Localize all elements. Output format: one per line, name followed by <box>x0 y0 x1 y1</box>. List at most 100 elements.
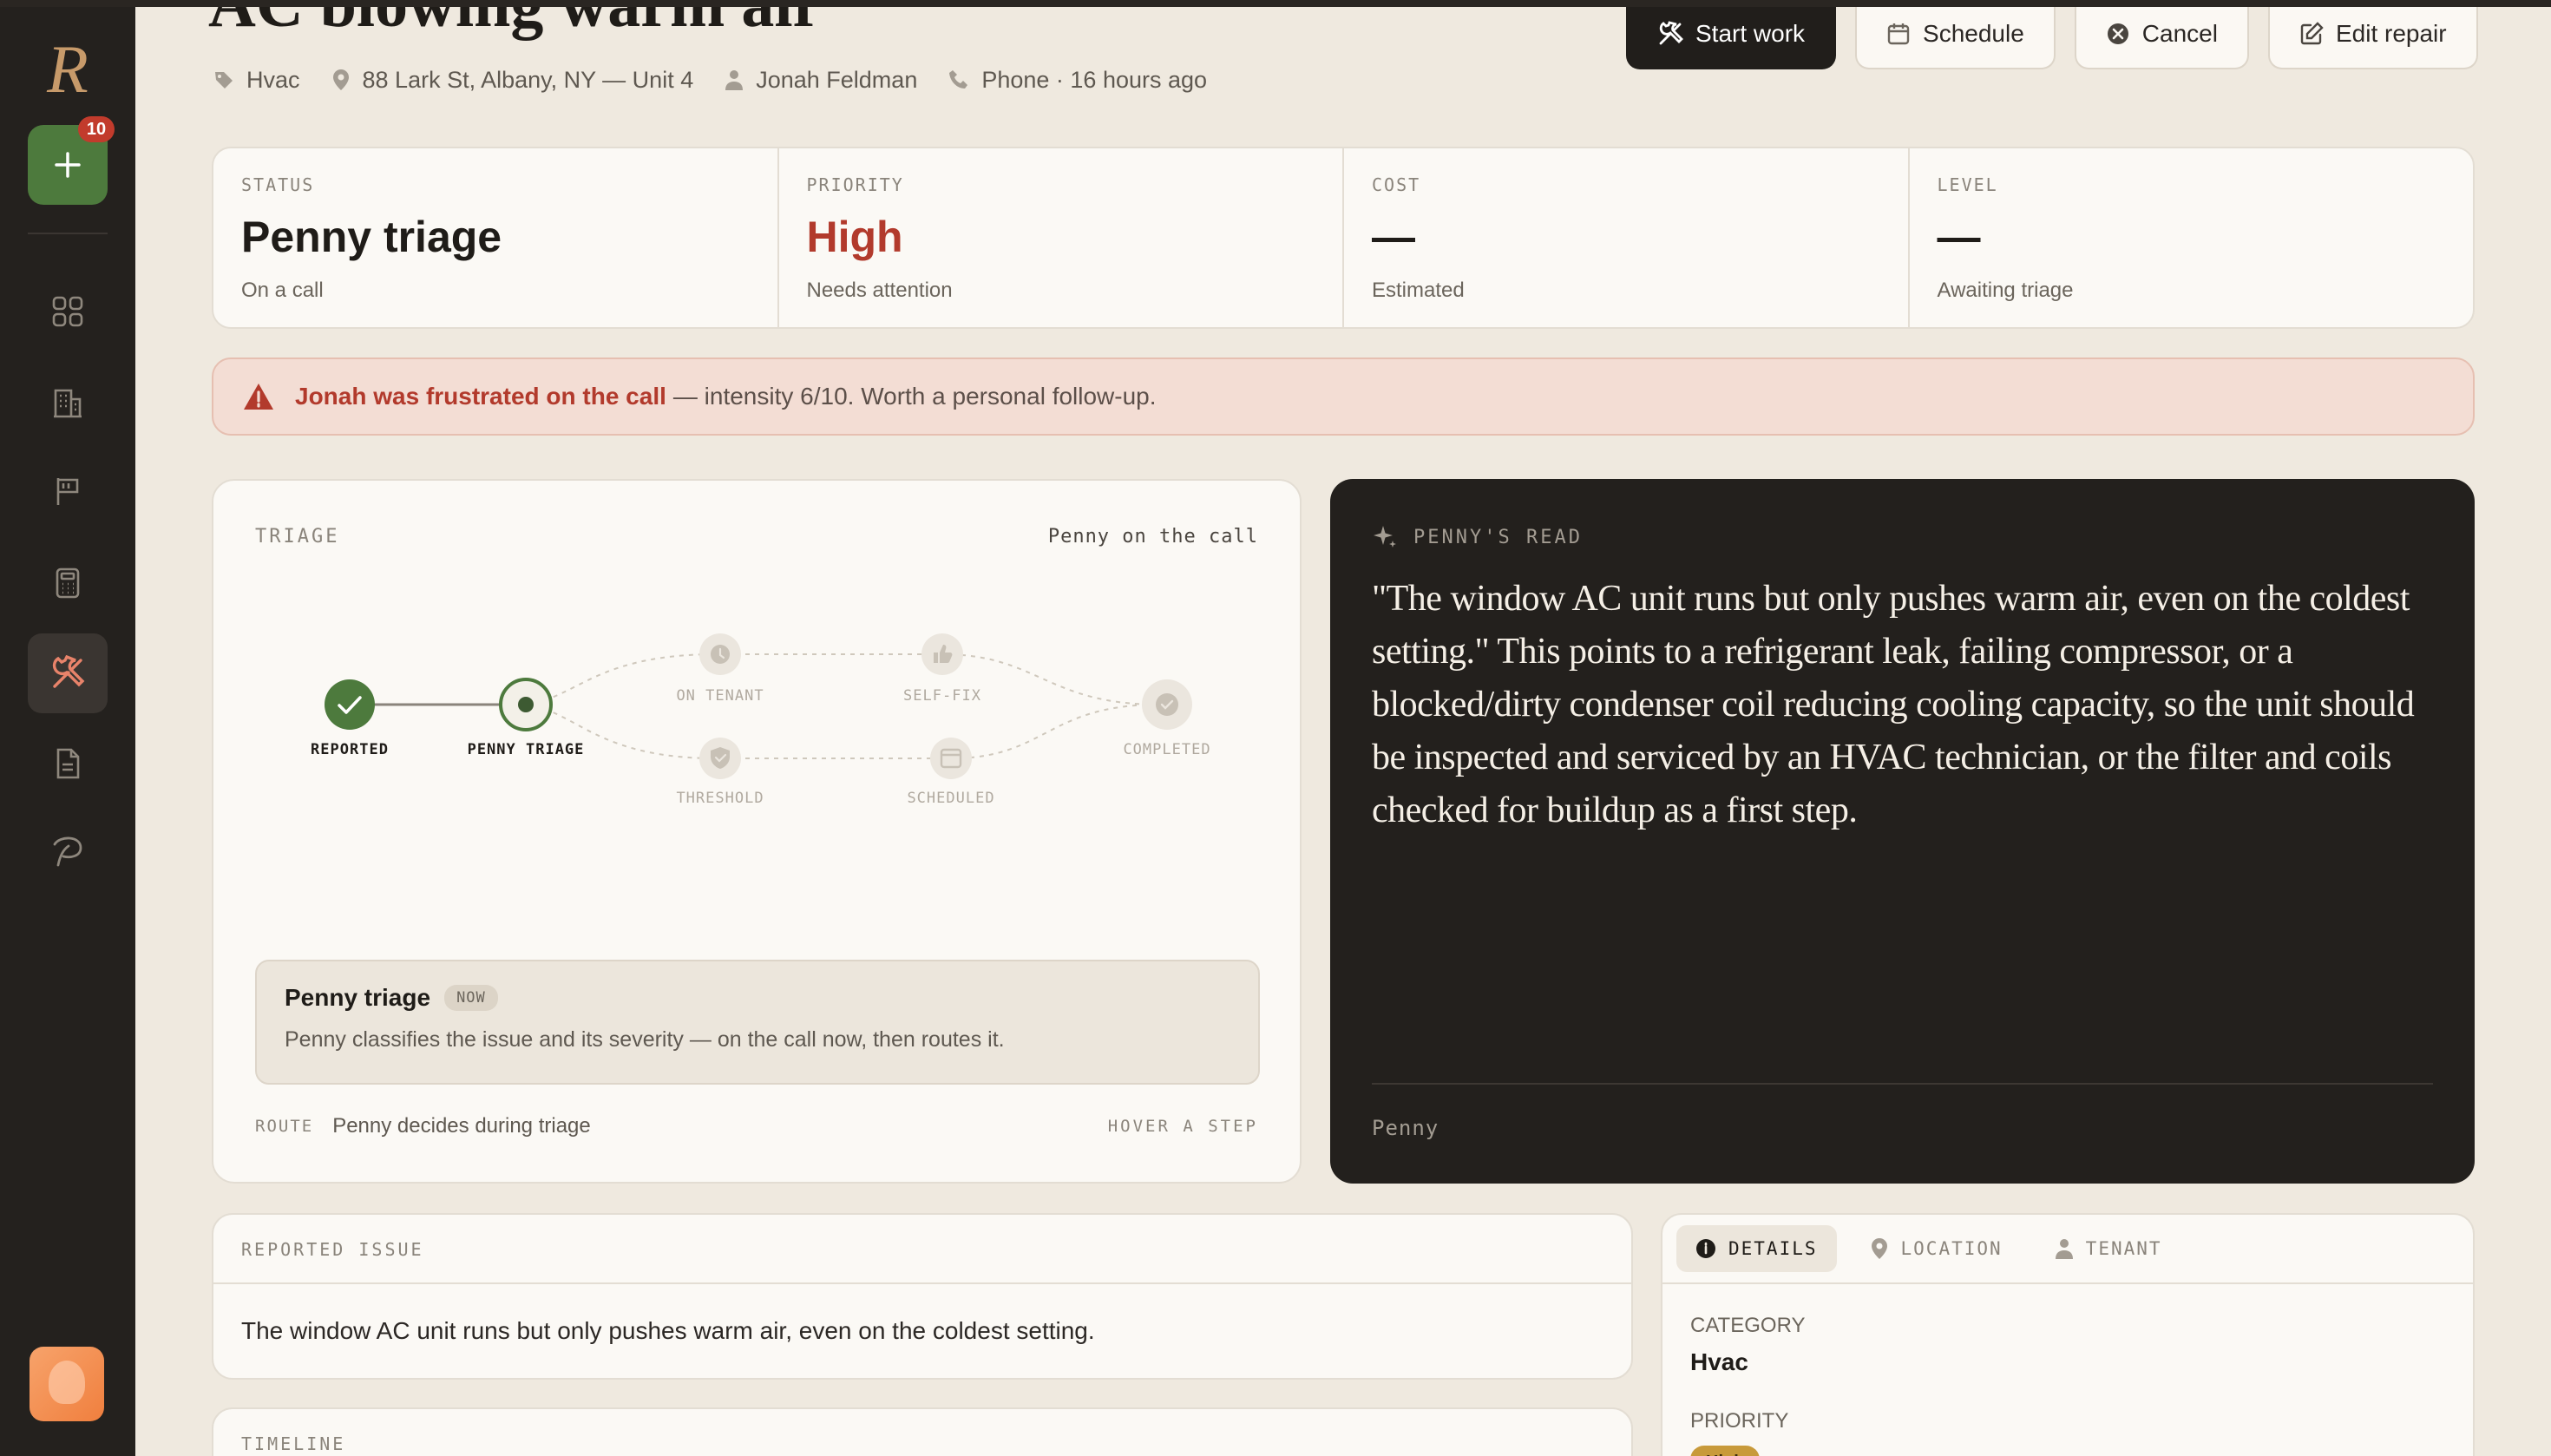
stat-status-sub: On a call <box>241 279 324 302</box>
node-penny-triage[interactable] <box>499 678 553 731</box>
sidebar-item-issues[interactable] <box>28 451 108 531</box>
meta-category: Hvac <box>213 67 300 94</box>
window-top-bar <box>0 0 2551 7</box>
stat-level-label: LEVEL <box>1937 174 1998 195</box>
category-value: Hvac <box>1690 1348 1748 1375</box>
stat-cost: COST — Estimated <box>1344 148 1910 327</box>
priority-label: PRIORITY <box>1690 1409 1789 1433</box>
node-on-tenant[interactable] <box>699 633 741 675</box>
details-tabs: DETAILS LOCATION TENANT <box>1662 1215 2473 1284</box>
stats-strip: STATUS Penny triage On a call PRIORITY H… <box>212 147 2475 329</box>
sidebar-item-properties[interactable] <box>28 363 108 443</box>
frustration-alert: Jonah was frustrated on the call — inten… <box>212 357 2475 436</box>
node-threshold[interactable] <box>699 738 741 779</box>
pennys-read-header: PENNY'S READ <box>1372 524 1583 550</box>
pennys-read-divider <box>1372 1083 2433 1085</box>
current-step-box: Penny triage NOW Penny classifies the is… <box>255 960 1260 1085</box>
schedule-button[interactable]: Schedule <box>1855 0 2056 69</box>
stat-status: STATUS Penny triage On a call <box>213 148 779 327</box>
stat-cost-value: — <box>1372 213 1415 261</box>
calculator-icon <box>56 567 80 599</box>
pennys-read-author: Penny <box>1372 1116 1439 1140</box>
tab-details-label: DETAILS <box>1728 1238 1818 1259</box>
node-label-penny-triage: PENNY TRIAGE <box>467 741 585 758</box>
current-step-name: Penny triage <box>285 984 431 1011</box>
tab-tenant-label: TENANT <box>2085 1238 2162 1259</box>
meta-channel: Phone · 16 hours ago <box>948 67 1207 94</box>
app-logo[interactable]: R <box>33 35 102 104</box>
phone-icon <box>949 70 968 89</box>
pennys-read-label: PENNY'S READ <box>1413 526 1583 548</box>
priority-pill: High <box>1690 1446 1761 1456</box>
node-label-on-tenant: ON TENANT <box>676 687 764 705</box>
stat-priority: PRIORITY High Needs attention <box>779 148 1344 327</box>
sparkle-icon <box>1374 526 1396 548</box>
node-reported[interactable] <box>325 679 375 730</box>
action-bar: Start work Schedule Cancel Edit repair <box>1626 0 2478 69</box>
sidebar-item-billing[interactable] <box>28 543 108 623</box>
triage-card: TRIAGE Penny on the call REPORTED PENNY … <box>212 479 1302 1184</box>
tools-icon <box>52 655 85 688</box>
node-scheduled[interactable] <box>930 738 972 779</box>
node-completed[interactable] <box>1142 679 1192 730</box>
stat-level-sub: Awaiting triage <box>1937 279 2074 302</box>
flag-icon <box>56 478 79 505</box>
repair-meta: Hvac 88 Lark St, Albany, NY — Unit 4 Jon… <box>213 62 1207 97</box>
meta-tenant-text: Jonah Feldman <box>756 66 918 93</box>
sidebar-item-penny[interactable] <box>28 810 108 890</box>
reported-issue-text: The window AC unit runs but only pushes … <box>241 1317 1095 1344</box>
sidebar-divider <box>28 233 108 234</box>
stat-priority-label: PRIORITY <box>806 174 904 195</box>
edit-repair-button[interactable]: Edit repair <box>2267 0 2478 69</box>
info-icon <box>1696 1239 1715 1258</box>
pennys-read-quote: "The window AC unit runs but only pushes… <box>1372 579 2415 830</box>
current-step-title: Penny triage NOW <box>285 984 1230 1012</box>
triage-flow-graph <box>325 633 1192 779</box>
start-work-button[interactable]: Start work <box>1626 0 1837 69</box>
user-avatar[interactable] <box>30 1347 104 1421</box>
stat-priority-value: High <box>806 213 903 261</box>
cancel-label: Cancel <box>2141 20 2218 47</box>
tag-icon <box>215 72 233 89</box>
node-self-fix[interactable] <box>921 633 963 675</box>
calendar-icon <box>1887 23 1910 45</box>
edit-repair-label: Edit repair <box>2335 20 2447 47</box>
person-icon <box>2055 1239 2073 1259</box>
stat-cost-sub: Estimated <box>1372 279 1465 302</box>
meta-address: 88 Lark St, Albany, NY — Unit 4 <box>331 66 694 94</box>
grid-icon <box>52 296 83 327</box>
tab-tenant[interactable]: TENANT <box>2036 1225 2181 1272</box>
location-pin-icon <box>1871 1238 1887 1259</box>
current-step-desc: Penny classifies the issue and its sever… <box>285 1027 1005 1052</box>
sidebar-item-repairs[interactable] <box>28 633 108 713</box>
close-circle-icon <box>2107 23 2128 44</box>
details-panel: DETAILS LOCATION TENANT CATEGORY Hvac PR… <box>1661 1213 2475 1456</box>
stat-cost-label: COST <box>1372 174 1421 195</box>
meta-channel-text: Phone · 16 hours ago <box>981 66 1208 93</box>
tab-location[interactable]: LOCATION <box>1851 1225 2022 1272</box>
document-icon <box>56 748 80 779</box>
sidebar: R 10 <box>0 0 135 1456</box>
meta-tenant[interactable]: Jonah Feldman <box>725 67 917 94</box>
schedule-label: Schedule <box>1923 20 2024 47</box>
node-label-scheduled: SCHEDULED <box>907 790 995 807</box>
timeline-card: TIMELINE <box>212 1407 1633 1456</box>
stat-status-label: STATUS <box>241 174 315 195</box>
cancel-button[interactable]: Cancel <box>2074 0 2249 69</box>
triage-footer: ROUTE Penny decides during triage HOVER … <box>255 1114 1258 1138</box>
pennys-read-card: PENNY'S READ "The window AC unit runs bu… <box>1330 479 2475 1184</box>
sidebar-item-dashboard[interactable] <box>28 272 108 351</box>
stat-level: LEVEL — Awaiting triage <box>1910 148 2474 327</box>
tab-details[interactable]: DETAILS <box>1676 1225 1837 1272</box>
route-value: Penny decides during triage <box>332 1114 591 1138</box>
route-label: ROUTE <box>255 1117 314 1136</box>
hover-hint: HOVER A STEP <box>1107 1117 1258 1136</box>
alert-rest: — intensity 6/10. Worth a personal follo… <box>672 383 1157 410</box>
warning-icon <box>244 384 273 410</box>
meta-address-text: 88 Lark St, Albany, NY — Unit 4 <box>362 66 694 93</box>
edit-icon <box>2300 22 2324 45</box>
sidebar-item-documents[interactable] <box>28 724 108 803</box>
now-pill: NOW <box>444 985 498 1011</box>
stat-level-value: — <box>1937 213 1981 261</box>
tools-icon <box>1659 21 1683 45</box>
